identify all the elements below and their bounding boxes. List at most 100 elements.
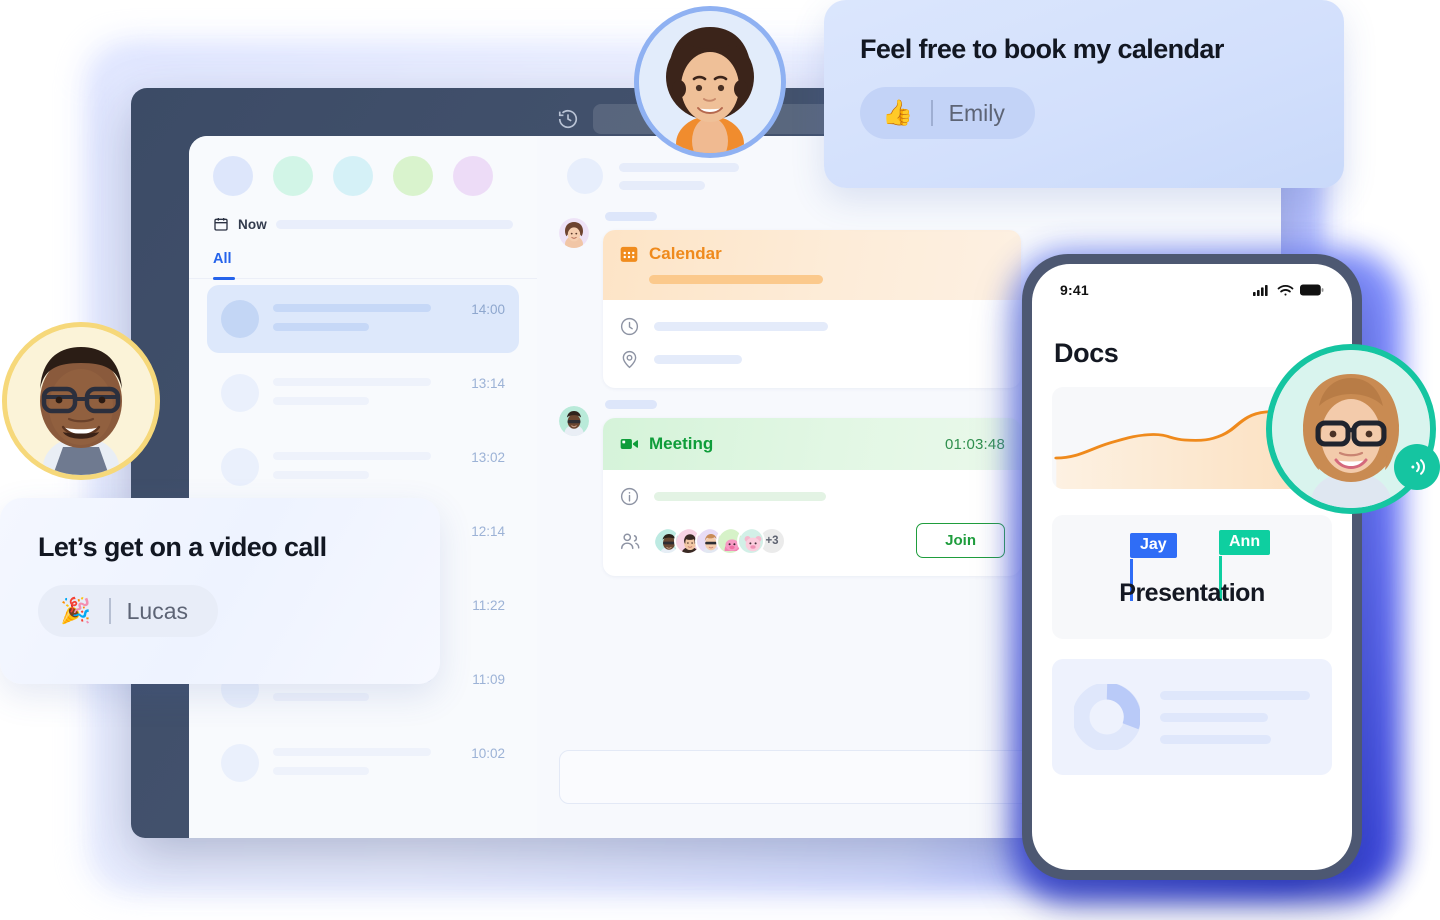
- video-camera-icon: [619, 434, 639, 454]
- chip-divider: [109, 598, 111, 624]
- conversation-avatar: [221, 448, 259, 486]
- status-time: 9:41: [1060, 282, 1089, 298]
- chat-header-title-placeholder: [619, 162, 739, 172]
- calendar-card-title: Calendar: [649, 244, 722, 263]
- meeting-card-body: +3 Join: [603, 470, 1021, 576]
- conversation-time: 10:02: [471, 746, 505, 761]
- cellular-signal-icon: [1253, 284, 1271, 296]
- calendar-card-subtitle-placeholder: [649, 275, 823, 284]
- avatar-lucas[interactable]: [2, 322, 160, 480]
- conversation-row[interactable]: 13:14: [207, 359, 519, 427]
- meeting-attendees-row: +3 Join: [619, 523, 1005, 558]
- chip-divider: [931, 100, 933, 126]
- calendar-location-placeholder: [654, 355, 742, 364]
- meeting-card[interactable]: Meeting 01:03:48 +3 Join: [603, 418, 1021, 576]
- donut-line-3: [1160, 734, 1271, 744]
- message-name-placeholder-2: [605, 400, 657, 409]
- calendar-location-row: [619, 349, 1005, 370]
- story-avatar-1[interactable]: [213, 156, 253, 196]
- quote-author-lucas: Lucas: [126, 597, 189, 624]
- quote-author-emily: Emily: [948, 99, 1005, 126]
- conversation-preview: [273, 744, 457, 775]
- status-icons: [1253, 284, 1324, 297]
- battery-icon: [1300, 284, 1324, 296]
- history-icon[interactable]: [557, 108, 579, 130]
- quote-card-lucas: Let’s get on a video call 🎉 Lucas: [0, 498, 440, 684]
- meeting-info-placeholder: [654, 492, 826, 501]
- conversation-time: 13:02: [471, 450, 505, 465]
- conversation-time: 11:22: [472, 598, 505, 613]
- calendar-card[interactable]: Calendar: [603, 230, 1021, 388]
- message-calendar-body: Calendar: [603, 212, 1021, 388]
- wifi-icon: [1277, 284, 1294, 297]
- conversation-time: 11:09: [472, 672, 505, 687]
- conversation-preview: [273, 374, 457, 405]
- cursor-flag-jay: Jay: [1130, 533, 1177, 558]
- now-row: Now: [207, 210, 519, 232]
- donut-card-lines: [1160, 690, 1310, 744]
- quote-title-lucas: Let’s get on a video call: [38, 532, 327, 562]
- phone-status-bar: 9:41: [1052, 280, 1332, 298]
- calendar-icon: [619, 244, 639, 264]
- tab-active-underline: [213, 276, 235, 280]
- conversation-row[interactable]: 14:00: [207, 285, 519, 353]
- attendee-avatars[interactable]: +3: [653, 526, 786, 555]
- calendar-icon: [213, 216, 229, 232]
- chat-header-avatar: [567, 158, 603, 194]
- now-placeholder-bar: [275, 219, 513, 229]
- clock-icon: [619, 316, 640, 337]
- calendar-time-placeholder: [654, 322, 828, 331]
- calendar-card-body: [603, 300, 1021, 388]
- people-icon: [619, 530, 641, 552]
- quote-chip-lucas[interactable]: 🎉 Lucas: [38, 585, 219, 637]
- phone-screen: 9:41 Docs Jay Ann Presentation: [1032, 264, 1352, 870]
- presentation-card[interactable]: Jay Ann Presentation: [1052, 515, 1332, 639]
- donut-chart-svg: [1074, 684, 1140, 750]
- party-popper-icon: 🎉: [60, 596, 92, 625]
- meeting-info-row: [619, 486, 1005, 507]
- tab-all[interactable]: All: [213, 251, 232, 278]
- conversation-avatar: [221, 374, 259, 412]
- calendar-card-header: Calendar: [603, 230, 1021, 300]
- presentation-word: Presentation: [1119, 579, 1265, 607]
- conversation-time: 12:14: [471, 524, 505, 539]
- donut-line-1: [1160, 690, 1310, 700]
- conversation-row[interactable]: 10:02: [207, 729, 519, 797]
- screenshot-stage: Now All 14:00 13:14 13:02 12:14 11:22 11:09 10…: [0, 0, 1440, 920]
- conversation-time: 14:00: [471, 302, 505, 317]
- donut-line-2: [1160, 712, 1268, 722]
- message-name-placeholder: [605, 212, 657, 221]
- conversation-sidebar: Now All 14:00 13:14 13:02 12:14 11:22 11:09 10…: [189, 136, 537, 838]
- meeting-timer: 01:03:48: [945, 435, 1005, 453]
- chat-header-subtitle-placeholder: [619, 180, 705, 190]
- attendees-group: +3: [619, 526, 786, 555]
- conversation-preview: [273, 300, 457, 331]
- calendar-card-title-row: Calendar: [619, 244, 823, 264]
- story-avatar-3[interactable]: [333, 156, 373, 196]
- story-avatar-4[interactable]: [393, 156, 433, 196]
- donut-chart-card[interactable]: [1052, 659, 1332, 775]
- meeting-card-header: Meeting 01:03:48: [603, 418, 1021, 470]
- conversation-avatar: [221, 744, 259, 782]
- speaking-icon[interactable]: [1394, 444, 1440, 490]
- message-meeting-body: Meeting 01:03:48 +3 Join: [603, 400, 1021, 576]
- story-avatar-5[interactable]: [453, 156, 493, 196]
- quote-chip-emily[interactable]: 👍 Emily: [860, 87, 1035, 139]
- thumbs-up-icon: 👍: [882, 98, 914, 127]
- quote-card-emily: Feel free to book my calendar 👍 Emily: [824, 0, 1344, 188]
- quote-title-emily: Feel free to book my calendar: [860, 34, 1224, 64]
- join-button[interactable]: Join: [916, 523, 1005, 558]
- story-avatar-2[interactable]: [273, 156, 313, 196]
- message-avatar-sender: [559, 218, 589, 248]
- phone-page-title: Docs: [1054, 338, 1119, 368]
- calendar-time-row: [619, 316, 1005, 337]
- conversation-row[interactable]: 13:02: [207, 433, 519, 501]
- avatar-emily[interactable]: [634, 6, 786, 158]
- meeting-card-title-row: Meeting: [619, 434, 713, 454]
- message-avatar-sender-2: [559, 406, 589, 436]
- meeting-card-title: Meeting: [649, 434, 714, 453]
- tab-divider: [189, 278, 537, 279]
- conversation-preview: [273, 448, 457, 479]
- location-pin-icon: [619, 349, 640, 370]
- conversation-time: 13:14: [471, 376, 505, 391]
